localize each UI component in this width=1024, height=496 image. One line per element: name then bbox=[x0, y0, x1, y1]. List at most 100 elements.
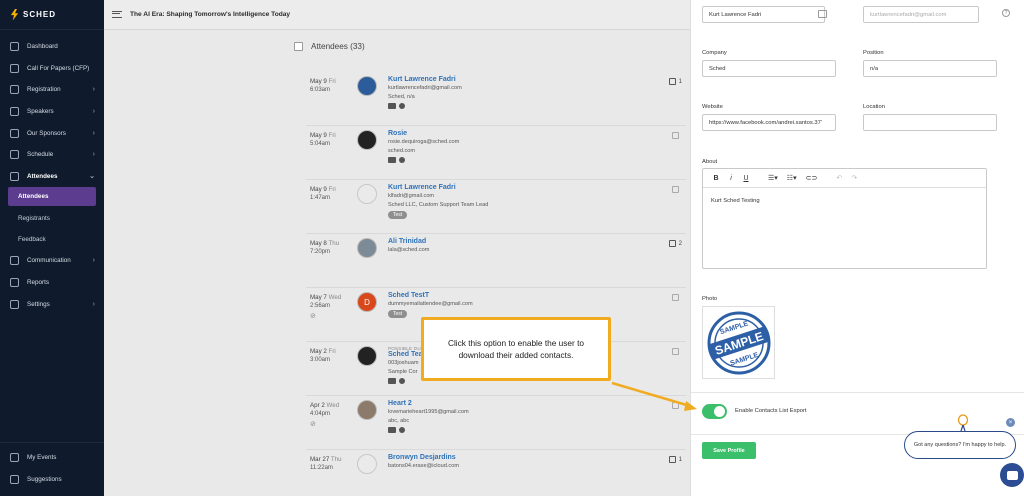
help-question-icon[interactable]: ? bbox=[1002, 9, 1010, 17]
about-text[interactable]: Kurt Sched Testing bbox=[703, 188, 986, 214]
website-input[interactable]: https://www.facebook.com/andrei.santos.3… bbox=[702, 114, 836, 131]
name-field[interactable]: Kurt Lawrence Fadri bbox=[702, 6, 825, 23]
attendee-name[interactable]: Bronwyn Desjardins bbox=[388, 454, 459, 461]
sidebar-item-dashboard[interactable]: Dashboard bbox=[0, 36, 104, 58]
website-label: Website bbox=[702, 104, 723, 110]
sidebar-item-schedule[interactable]: Schedule › bbox=[0, 144, 104, 166]
attendee-detail: Sched, n/a bbox=[388, 94, 415, 100]
sessions-count[interactable] bbox=[672, 348, 682, 355]
calendar-icon bbox=[672, 294, 679, 301]
attendee-row[interactable]: May 9 Fri 1:47am Kurt Lawrence Fadri klfadr… bbox=[306, 178, 686, 234]
sample-stamp-image: SAMPLE SAMPLE SAMPLE bbox=[707, 311, 770, 374]
redo-icon[interactable]: ↷ bbox=[851, 174, 857, 182]
social-icon bbox=[399, 378, 405, 384]
attendee-row[interactable]: May 9 Fri 6:03am Kurt Lawrence Fadri kurtla… bbox=[306, 70, 686, 126]
sessions-count[interactable]: 1 bbox=[668, 456, 682, 463]
email-field-value: kurtlawrencefadri@gmail.com bbox=[870, 11, 947, 18]
contact-card-icon bbox=[818, 10, 827, 18]
sidebar-subitem-attendees[interactable]: Attendees bbox=[8, 187, 96, 207]
sidebar-item-speakers[interactable]: Speakers › bbox=[0, 101, 104, 123]
role-icon bbox=[388, 427, 396, 433]
undo-icon[interactable]: ↶ bbox=[836, 174, 842, 182]
chat-launcher-button[interactable] bbox=[1000, 463, 1024, 487]
position-input[interactable]: n/a bbox=[863, 60, 997, 77]
sidebar-item-label: Registration bbox=[27, 86, 61, 94]
avatar[interactable] bbox=[357, 346, 377, 366]
about-rich-text-editor[interactable]: B i U ☰▾ ☷▾ ⊂⊃ ↶ ↷ Kurt Sched Testing bbox=[702, 168, 987, 269]
attendee-info: Sched TestT dummyemailattendee@gmail.com T… bbox=[388, 292, 473, 318]
avatar[interactable] bbox=[357, 76, 377, 96]
avatar[interactable] bbox=[357, 130, 377, 150]
attendee-row[interactable]: May 8 Thu 7:20pm Ali Trinidad lala@sched.co… bbox=[306, 232, 686, 288]
chat-close-icon[interactable]: × bbox=[1006, 418, 1015, 427]
chevron-icon: › bbox=[92, 86, 95, 94]
sidebar-subitem-registrants[interactable]: Registrants bbox=[0, 208, 104, 229]
attendee-row[interactable]: Apr 2 Wed 4:04pm ⊘ Heart 2 lovemarieheart199… bbox=[306, 394, 686, 450]
save-profile-button[interactable]: Save Profile bbox=[702, 442, 756, 459]
avatar[interactable] bbox=[357, 400, 377, 420]
sidebar-item-label: Settings bbox=[27, 300, 50, 308]
registration-time: 7:20pm bbox=[310, 249, 331, 255]
avatar[interactable] bbox=[357, 454, 377, 474]
attendee-name[interactable]: Ali Trinidad bbox=[388, 238, 429, 245]
sidebar-item-label: Speakers bbox=[27, 108, 54, 116]
avatar[interactable] bbox=[357, 238, 377, 258]
company-input[interactable]: Sched bbox=[702, 60, 836, 77]
sidebar-item-attendees[interactable]: Attendees ⌄ bbox=[0, 166, 104, 188]
link-icon[interactable]: ⊂⊃ bbox=[806, 174, 818, 182]
attendee-row[interactable]: May 9 Fri 5:04am Rosie rosie.dequiroga@sche… bbox=[306, 124, 686, 180]
enable-contacts-export-label: Enable Contacts List Export bbox=[735, 408, 807, 414]
sidebar-item-registration[interactable]: Registration › bbox=[0, 79, 104, 101]
microphone-icon bbox=[10, 107, 19, 117]
sched-logo[interactable]: SCHED bbox=[0, 0, 104, 30]
sidebar-item-communication[interactable]: Communication › bbox=[0, 250, 104, 272]
italic-button[interactable]: i bbox=[728, 175, 734, 182]
bold-button[interactable]: B bbox=[713, 175, 719, 182]
location-label: Location bbox=[863, 104, 885, 110]
sidebar-item-settings[interactable]: Settings › bbox=[0, 293, 104, 315]
calendar-icon bbox=[672, 348, 679, 355]
registration-time: 11:22am bbox=[310, 465, 333, 471]
sidebar-item-call-for-papers-cfp[interactable]: Call For Papers (CFP) bbox=[0, 58, 104, 80]
attendee-name[interactable]: Kurt Lawrence Fadri bbox=[388, 76, 462, 83]
email-field[interactable]: kurtlawrencefadri@gmail.com bbox=[863, 6, 979, 23]
profile-photo[interactable]: SAMPLE SAMPLE SAMPLE bbox=[702, 306, 775, 379]
select-all-checkbox[interactable] bbox=[294, 42, 303, 51]
attendee-row[interactable]: Mar 27 Thu 11:22am Bronwyn Desjardins baton… bbox=[306, 448, 686, 496]
location-input[interactable] bbox=[863, 114, 997, 131]
name-field-value: Kurt Lawrence Fadri bbox=[709, 11, 762, 18]
ordered-list-icon[interactable]: ☰▾ bbox=[768, 174, 778, 182]
underline-button[interactable]: U bbox=[743, 175, 749, 182]
sessions-count[interactable] bbox=[672, 132, 682, 139]
avatar[interactable]: D bbox=[357, 292, 377, 312]
avatar[interactable] bbox=[357, 184, 377, 204]
contacts-export-row: Enable Contacts List Export bbox=[691, 392, 1024, 419]
attendee-name[interactable]: Kurt Lawrence Fadri bbox=[388, 184, 488, 191]
instruction-callout: Click this option to enable the user to … bbox=[421, 317, 611, 381]
bullet-list-icon[interactable]: ☷▾ bbox=[787, 174, 797, 182]
calendar-icon bbox=[668, 456, 676, 463]
chevron-icon: › bbox=[92, 129, 95, 137]
sessions-count[interactable]: 2 bbox=[668, 240, 682, 247]
photo-label: Photo bbox=[702, 296, 718, 302]
chat-bubble-icon bbox=[1006, 470, 1018, 480]
company-label: Company bbox=[702, 50, 727, 56]
sessions-count[interactable] bbox=[672, 402, 682, 409]
sessions-count[interactable] bbox=[672, 294, 682, 301]
sidebar-subitem-feedback[interactable]: Feedback bbox=[0, 229, 104, 250]
role-icon bbox=[388, 157, 396, 163]
sidebar-item-reports[interactable]: Reports bbox=[0, 272, 104, 294]
sidebar-item-suggestions[interactable]: Suggestions bbox=[0, 468, 104, 490]
enable-contacts-export-toggle[interactable] bbox=[702, 404, 727, 419]
sessions-count[interactable] bbox=[672, 186, 682, 193]
sidebar-item-label: Schedule bbox=[27, 151, 54, 159]
sidebar-item-our-sponsors[interactable]: Our Sponsors › bbox=[0, 122, 104, 144]
sidebar-item-my-events[interactable]: My Events bbox=[0, 447, 104, 469]
attendee-name[interactable]: Heart 2 bbox=[388, 400, 469, 407]
diamond-icon bbox=[10, 128, 19, 138]
attendee-name[interactable]: Sched TestT bbox=[388, 292, 473, 299]
chat-greeting-bubble[interactable]: Got any questions? I'm happy to help. bbox=[904, 431, 1016, 459]
attendee-name[interactable]: Rosie bbox=[388, 130, 459, 137]
hamburger-menu-icon[interactable] bbox=[112, 11, 122, 18]
sessions-count[interactable]: 1 bbox=[668, 78, 682, 85]
